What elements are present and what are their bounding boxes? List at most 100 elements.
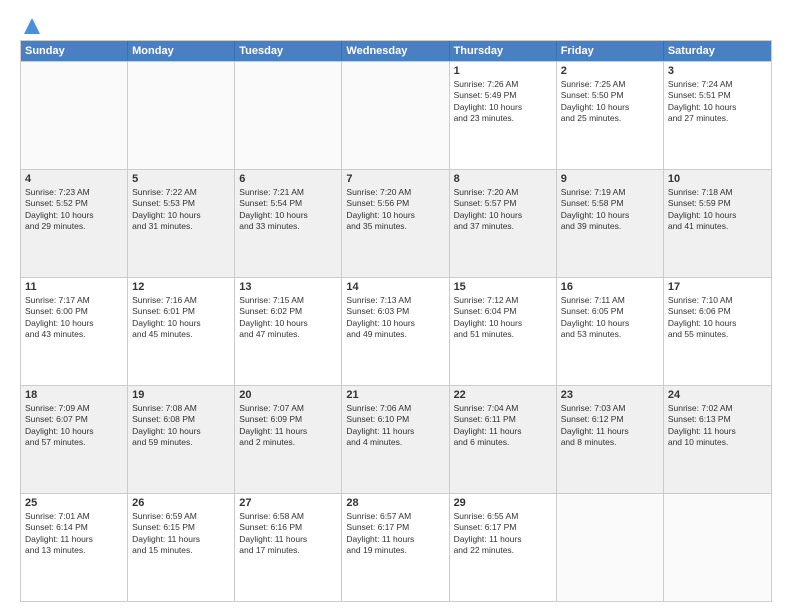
- day-number: 18: [25, 389, 123, 401]
- calendar-row: 11Sunrise: 7:17 AM Sunset: 6:00 PM Dayli…: [21, 277, 771, 385]
- page: SundayMondayTuesdayWednesdayThursdayFrid…: [0, 0, 792, 612]
- day-cell: 18 Sunrise: 7:09 AM Sunset: 6:07 PM Dayli…: [21, 386, 128, 493]
- day-info: Sunrise: 7:17 AM Sunset: 6:00 PM Dayligh…: [25, 295, 123, 341]
- day-info: Sunrise: 6:55 AM Sunset: 6:17 PM Dayligh…: [454, 511, 552, 557]
- day-cell: 17 Sunrise: 7:10 AM Sunset: 6:06 PM Dayli…: [664, 278, 771, 385]
- day-cell: 13 Sunrise: 7:15 AM Sunset: 6:02 PM Dayli…: [235, 278, 342, 385]
- day-number: 10: [668, 173, 767, 185]
- empty-cell: [235, 62, 342, 169]
- empty-cell: [557, 494, 664, 601]
- empty-cell: [128, 62, 235, 169]
- day-number: 6: [239, 173, 337, 185]
- day-number: 26: [132, 497, 230, 509]
- cal-header-cell: Sunday: [21, 41, 128, 61]
- day-cell: 1 Sunrise: 7:26 AM Sunset: 5:49 PM Daylig…: [450, 62, 557, 169]
- day-number: 9: [561, 173, 659, 185]
- day-cell: 22Sunrise: 7:04 AM Sunset: 6:11 PM Dayli…: [450, 386, 557, 493]
- day-number: 27: [239, 497, 337, 509]
- cal-header-cell: Friday: [557, 41, 664, 61]
- day-info: Sunrise: 6:57 AM Sunset: 6:17 PM Dayligh…: [346, 511, 444, 557]
- calendar-header-row: SundayMondayTuesdayWednesdayThursdayFrid…: [21, 41, 771, 61]
- calendar-body: 1 Sunrise: 7:26 AM Sunset: 5:49 PM Daylig…: [21, 61, 771, 601]
- day-cell: 10 Sunrise: 7:18 AM Sunset: 5:59 PM Dayli…: [664, 170, 771, 277]
- day-cell: 29 Sunrise: 6:55 AM Sunset: 6:17 PM Dayli…: [450, 494, 557, 601]
- day-number: 16: [561, 281, 659, 293]
- day-info: Sunrise: 7:24 AM Sunset: 5:51 PM Dayligh…: [668, 79, 767, 125]
- day-info: Sunrise: 7:10 AM Sunset: 6:06 PM Dayligh…: [668, 295, 767, 341]
- header: [20, 16, 772, 32]
- day-info: Sunrise: 7:16 AM Sunset: 6:01 PM Dayligh…: [132, 295, 230, 341]
- day-info: Sunrise: 6:59 AM Sunset: 6:15 PM Dayligh…: [132, 511, 230, 557]
- calendar-row: 4 Sunrise: 7:23 AM Sunset: 5:52 PM Daylig…: [21, 169, 771, 277]
- day-number: 12: [132, 281, 230, 293]
- day-cell: 14Sunrise: 7:13 AM Sunset: 6:03 PM Dayli…: [342, 278, 449, 385]
- calendar: SundayMondayTuesdayWednesdayThursdayFrid…: [20, 40, 772, 602]
- day-cell: 12 Sunrise: 7:16 AM Sunset: 6:01 PM Dayli…: [128, 278, 235, 385]
- day-number: 7: [346, 173, 444, 185]
- day-cell: 6 Sunrise: 7:21 AM Sunset: 5:54 PM Daylig…: [235, 170, 342, 277]
- day-info: Sunrise: 7:15 AM Sunset: 6:02 PM Dayligh…: [239, 295, 337, 341]
- day-number: 4: [25, 173, 123, 185]
- day-number: 8: [454, 173, 552, 185]
- day-info: Sunrise: 7:22 AM Sunset: 5:53 PM Dayligh…: [132, 187, 230, 233]
- day-number: 15: [454, 281, 552, 293]
- cal-header-cell: Thursday: [450, 41, 557, 61]
- day-cell: 24 Sunrise: 7:02 AM Sunset: 6:13 PM Dayli…: [664, 386, 771, 493]
- day-cell: 20 Sunrise: 7:07 AM Sunset: 6:09 PM Dayli…: [235, 386, 342, 493]
- day-number: 29: [454, 497, 552, 509]
- day-cell: 2Sunrise: 7:25 AM Sunset: 5:50 PM Daylig…: [557, 62, 664, 169]
- day-number: 2: [561, 65, 659, 77]
- logo-icon: [22, 16, 42, 36]
- day-number: 5: [132, 173, 230, 185]
- day-cell: 15 Sunrise: 7:12 AM Sunset: 6:04 PM Dayli…: [450, 278, 557, 385]
- day-number: 20: [239, 389, 337, 401]
- day-number: 17: [668, 281, 767, 293]
- day-info: Sunrise: 7:07 AM Sunset: 6:09 PM Dayligh…: [239, 403, 337, 449]
- day-info: Sunrise: 7:04 AM Sunset: 6:11 PM Dayligh…: [454, 403, 552, 449]
- day-number: 1: [454, 65, 552, 77]
- empty-cell: [342, 62, 449, 169]
- day-number: 3: [668, 65, 767, 77]
- day-number: 28: [346, 497, 444, 509]
- day-cell: 27Sunrise: 6:58 AM Sunset: 6:16 PM Dayli…: [235, 494, 342, 601]
- empty-cell: [664, 494, 771, 601]
- day-info: Sunrise: 7:20 AM Sunset: 5:56 PM Dayligh…: [346, 187, 444, 233]
- logo: [20, 16, 42, 32]
- calendar-row: 25 Sunrise: 7:01 AM Sunset: 6:14 PM Dayli…: [21, 493, 771, 601]
- day-info: Sunrise: 7:06 AM Sunset: 6:10 PM Dayligh…: [346, 403, 444, 449]
- day-cell: 23 Sunrise: 7:03 AM Sunset: 6:12 PM Dayli…: [557, 386, 664, 493]
- day-number: 19: [132, 389, 230, 401]
- day-number: 24: [668, 389, 767, 401]
- day-number: 23: [561, 389, 659, 401]
- day-cell: 16 Sunrise: 7:11 AM Sunset: 6:05 PM Dayli…: [557, 278, 664, 385]
- day-info: Sunrise: 7:19 AM Sunset: 5:58 PM Dayligh…: [561, 187, 659, 233]
- day-cell: 19 Sunrise: 7:08 AM Sunset: 6:08 PM Dayli…: [128, 386, 235, 493]
- cal-header-cell: Tuesday: [235, 41, 342, 61]
- day-number: 25: [25, 497, 123, 509]
- day-cell: 3 Sunrise: 7:24 AM Sunset: 5:51 PM Daylig…: [664, 62, 771, 169]
- day-info: Sunrise: 7:09 AM Sunset: 6:07 PM Dayligh…: [25, 403, 123, 449]
- day-info: Sunrise: 7:12 AM Sunset: 6:04 PM Dayligh…: [454, 295, 552, 341]
- day-cell: 25 Sunrise: 7:01 AM Sunset: 6:14 PM Dayli…: [21, 494, 128, 601]
- day-info: Sunrise: 7:18 AM Sunset: 5:59 PM Dayligh…: [668, 187, 767, 233]
- day-info: Sunrise: 7:23 AM Sunset: 5:52 PM Dayligh…: [25, 187, 123, 233]
- day-number: 13: [239, 281, 337, 293]
- day-info: Sunrise: 7:21 AM Sunset: 5:54 PM Dayligh…: [239, 187, 337, 233]
- day-info: Sunrise: 7:26 AM Sunset: 5:49 PM Dayligh…: [454, 79, 552, 125]
- cal-header-cell: Saturday: [664, 41, 771, 61]
- cal-header-cell: Wednesday: [342, 41, 449, 61]
- day-cell: 8Sunrise: 7:20 AM Sunset: 5:57 PM Daylig…: [450, 170, 557, 277]
- day-info: Sunrise: 7:01 AM Sunset: 6:14 PM Dayligh…: [25, 511, 123, 557]
- calendar-row: 1 Sunrise: 7:26 AM Sunset: 5:49 PM Daylig…: [21, 61, 771, 169]
- day-number: 14: [346, 281, 444, 293]
- calendar-row: 18 Sunrise: 7:09 AM Sunset: 6:07 PM Dayli…: [21, 385, 771, 493]
- day-info: Sunrise: 7:11 AM Sunset: 6:05 PM Dayligh…: [561, 295, 659, 341]
- day-cell: 21Sunrise: 7:06 AM Sunset: 6:10 PM Dayli…: [342, 386, 449, 493]
- day-cell: 9 Sunrise: 7:19 AM Sunset: 5:58 PM Daylig…: [557, 170, 664, 277]
- day-cell: 28 Sunrise: 6:57 AM Sunset: 6:17 PM Dayli…: [342, 494, 449, 601]
- day-info: Sunrise: 7:02 AM Sunset: 6:13 PM Dayligh…: [668, 403, 767, 449]
- day-info: Sunrise: 7:08 AM Sunset: 6:08 PM Dayligh…: [132, 403, 230, 449]
- day-info: Sunrise: 7:03 AM Sunset: 6:12 PM Dayligh…: [561, 403, 659, 449]
- cal-header-cell: Monday: [128, 41, 235, 61]
- day-cell: 11Sunrise: 7:17 AM Sunset: 6:00 PM Dayli…: [21, 278, 128, 385]
